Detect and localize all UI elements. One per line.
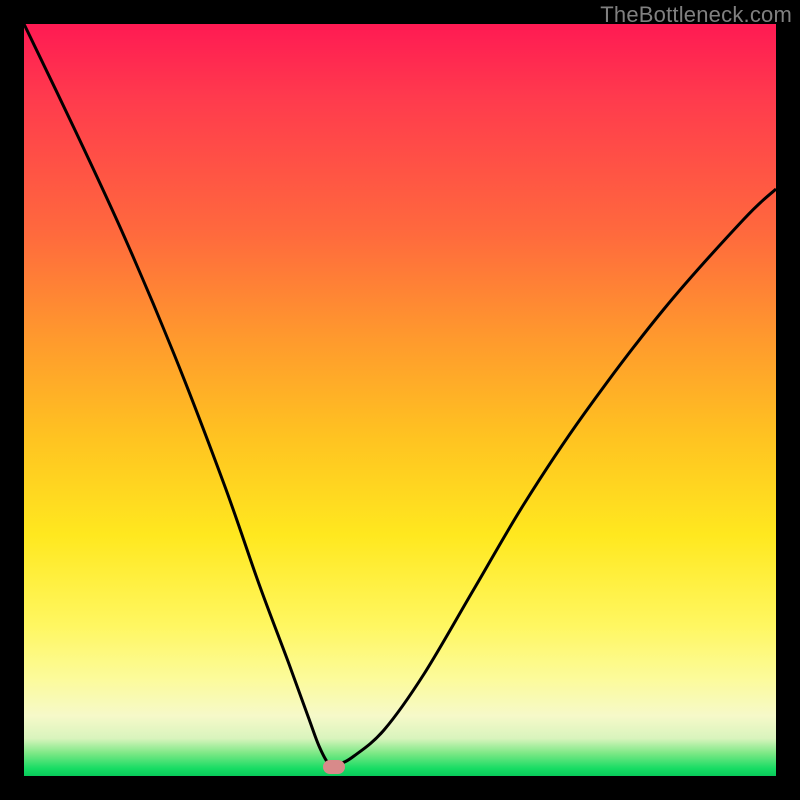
bottleneck-curve (24, 24, 776, 776)
minimum-marker (323, 760, 345, 774)
plot-area (24, 24, 776, 776)
chart-outer-frame: TheBottleneck.com (0, 0, 800, 800)
